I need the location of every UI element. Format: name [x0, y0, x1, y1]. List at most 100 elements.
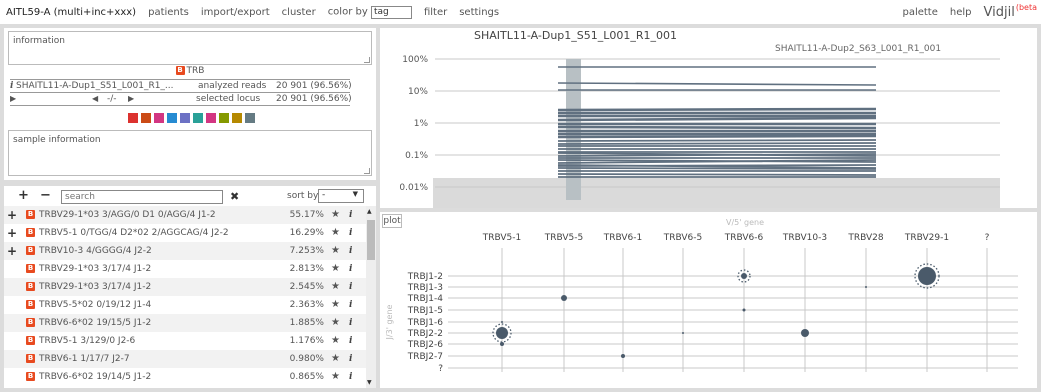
star-icon[interactable]: ★ — [331, 296, 340, 314]
clone-info-icon[interactable]: i — [349, 260, 352, 278]
sample-nav-position: -/- — [107, 94, 117, 104]
scroll-up-icon[interactable]: ▲ — [367, 208, 372, 215]
analysis-name[interactable]: AITL59-A (multi+inc+xxx) — [6, 7, 136, 18]
star-icon[interactable]: ★ — [331, 260, 340, 278]
clone-name[interactable]: TRBV5-1 0/TGG/4 D2*02 2/AGGCAG/4 J2-2 — [39, 224, 229, 242]
locus-icon: B — [26, 354, 35, 363]
resize-grip-icon[interactable] — [364, 57, 370, 63]
play-icon[interactable]: ▶ — [10, 94, 16, 104]
locus-label: TRB — [186, 66, 205, 76]
resize-grip-icon[interactable] — [364, 168, 370, 174]
star-icon[interactable]: ★ — [331, 314, 340, 332]
tag-color-swatch[interactable] — [154, 113, 164, 123]
clone-name[interactable]: TRBV6-1 1/17/7 J2-7 — [39, 350, 130, 368]
clone-name[interactable]: TRBV29-1*03 3/17/4 J1-2 — [39, 278, 151, 296]
next-sample-icon[interactable]: ▶ — [128, 94, 134, 104]
clone-list-scrollbar[interactable]: ▲ ▼ — [366, 206, 376, 388]
x-axis-name: V/5' gene — [726, 218, 764, 227]
expand-clone-icon[interactable]: + — [7, 242, 17, 260]
clone-row[interactable]: + B TRBV5-1 0/TGG/4 D2*02 2/AGGCAG/4 J2-2 1… — [4, 224, 366, 242]
vidjil-logo[interactable]: Vidjil — [984, 5, 1015, 20]
menu-settings[interactable]: settings — [459, 7, 499, 18]
collapse-all-button[interactable]: − — [40, 188, 51, 203]
sort-by-value: - — [322, 190, 326, 200]
star-icon[interactable]: ★ — [331, 206, 340, 224]
tag-color-swatch[interactable] — [232, 113, 242, 123]
clone-info-icon[interactable]: i — [349, 224, 352, 242]
clone-size: 2.545% — [289, 282, 324, 292]
clone-row[interactable]: + B TRBV29-1*03 3/AGG/0 D1 0/AGG/4 J1-2 55.… — [4, 206, 366, 224]
clone-name[interactable]: TRBV29-1*03 3/AGG/0 D1 0/AGG/4 J1-2 — [39, 206, 216, 224]
clone-row[interactable]: B TRBV29-1*03 3/17/4 J1-2 2.813% ★ i — [4, 260, 366, 278]
clone-info-icon[interactable]: i — [349, 206, 352, 224]
expand-all-button[interactable]: + — [18, 188, 29, 203]
menu-palette[interactable]: palette — [902, 7, 937, 18]
menu-help[interactable]: help — [950, 7, 972, 18]
sample-info-icon[interactable]: i — [10, 81, 13, 91]
analyzed-value: 20 901 (96.56%) — [276, 81, 352, 91]
clone-row[interactable]: B TRBV29-1*03 3/17/4 J1-2 2.545% ★ i — [4, 278, 366, 296]
clone-row[interactable]: B TRBV6-6*02 19/15/5 J1-2 1.885% ★ i — [4, 314, 366, 332]
tag-color-swatch[interactable] — [245, 113, 255, 123]
clone-name[interactable]: TRBV6-6*02 19/15/5 J1-2 — [39, 314, 151, 332]
star-icon[interactable]: ★ — [331, 368, 340, 386]
star-icon[interactable]: ★ — [331, 242, 340, 260]
tag-color-swatch[interactable] — [141, 113, 151, 123]
menu-patients[interactable]: patients — [148, 7, 189, 18]
tag-color-swatch[interactable] — [180, 113, 190, 123]
sort-by-label: sort by — [287, 191, 319, 201]
clone-row[interactable]: B TRBV5-1 3/129/0 J2-6 1.176% ★ i — [4, 332, 366, 350]
sample-information-textarea[interactable]: sample information — [8, 130, 372, 176]
plot-mode-button[interactable]: plot — [382, 214, 402, 228]
clone-row[interactable]: + B TRBV10-3 4/GGGG/4 J2-2 7.253% ★ i — [4, 242, 366, 260]
prev-sample-icon[interactable]: ◀ — [92, 94, 98, 104]
clone-row[interactable]: B TRBV6-1 1/17/7 J2-7 0.980% ★ i — [4, 350, 366, 368]
clone-name[interactable]: TRBV5-1 3/129/0 J2-6 — [39, 332, 135, 350]
expand-clone-icon[interactable]: + — [7, 224, 17, 242]
clear-search-icon[interactable]: ✖ — [230, 190, 239, 203]
clone-row[interactable]: B TRBV6-6*02 19/14/5 J1-2 0.865% ★ i — [4, 368, 366, 386]
star-icon[interactable]: ★ — [331, 332, 340, 350]
clone-info-icon[interactable]: i — [349, 242, 352, 260]
clone-info-icon[interactable]: i — [349, 332, 352, 350]
clone-name[interactable]: TRBV29-1*03 3/17/4 J1-2 — [39, 260, 151, 278]
clone-size: 2.363% — [289, 300, 324, 310]
star-icon[interactable]: ★ — [331, 278, 340, 296]
clone-name[interactable]: TRBV5-5*02 0/19/12 J1-4 — [39, 296, 151, 314]
y-axis-label: 0.1% — [405, 151, 428, 161]
v-gene-label: TRBV29-1 — [904, 233, 949, 243]
clone-info-icon[interactable]: i — [349, 368, 352, 386]
clone-line — [557, 116, 877, 122]
tag-color-swatch[interactable] — [206, 113, 216, 123]
clone-time-graph[interactable]: 100% 10% 1% 0.1% 0.01% SHAITL11-A-Dup1_S51_L0… — [380, 28, 1037, 208]
information-textarea[interactable]: information — [8, 31, 372, 65]
menu-filter[interactable]: filter — [424, 7, 447, 18]
tag-color-swatch[interactable] — [193, 113, 203, 123]
clone-info-icon[interactable]: i — [349, 314, 352, 332]
selected-locus-label: selected locus — [196, 94, 261, 104]
sort-by-select[interactable]: - ▼ — [318, 189, 364, 203]
clone-info-icon[interactable]: i — [349, 350, 352, 368]
menu-import-export[interactable]: import/export — [201, 7, 270, 18]
locus-icon: B — [26, 210, 35, 219]
menu-cluster[interactable]: cluster — [282, 7, 316, 18]
clone-info-icon[interactable]: i — [349, 296, 352, 314]
clone-dot — [801, 329, 809, 337]
scrollbar-thumb[interactable] — [367, 220, 375, 260]
vj-gene-plot[interactable]: V/5' gene J/3' gene TRBV5-1 TRBV5-5 TRBV6-1 T… — [380, 212, 1037, 388]
scroll-down-icon[interactable]: ▼ — [367, 379, 372, 386]
tag-color-swatches — [128, 113, 258, 123]
tag-color-swatch[interactable] — [128, 113, 138, 123]
clone-name[interactable]: TRBV6-6*02 19/14/5 J1-2 — [39, 368, 151, 386]
sample-name[interactable]: SHAITL11-A-Dup1_S51_L001_R1_... — [16, 81, 174, 91]
star-icon[interactable]: ★ — [331, 224, 340, 242]
tag-color-swatch[interactable] — [167, 113, 177, 123]
clone-row[interactable]: B TRBV5-5*02 0/19/12 J1-4 2.363% ★ i — [4, 296, 366, 314]
clone-info-icon[interactable]: i — [349, 278, 352, 296]
star-icon[interactable]: ★ — [331, 350, 340, 368]
color-by-select[interactable] — [370, 5, 412, 19]
clone-name[interactable]: TRBV10-3 4/GGGG/4 J2-2 — [39, 242, 152, 260]
tag-color-swatch[interactable] — [219, 113, 229, 123]
expand-clone-icon[interactable]: + — [7, 206, 17, 224]
search-input[interactable] — [61, 190, 223, 204]
